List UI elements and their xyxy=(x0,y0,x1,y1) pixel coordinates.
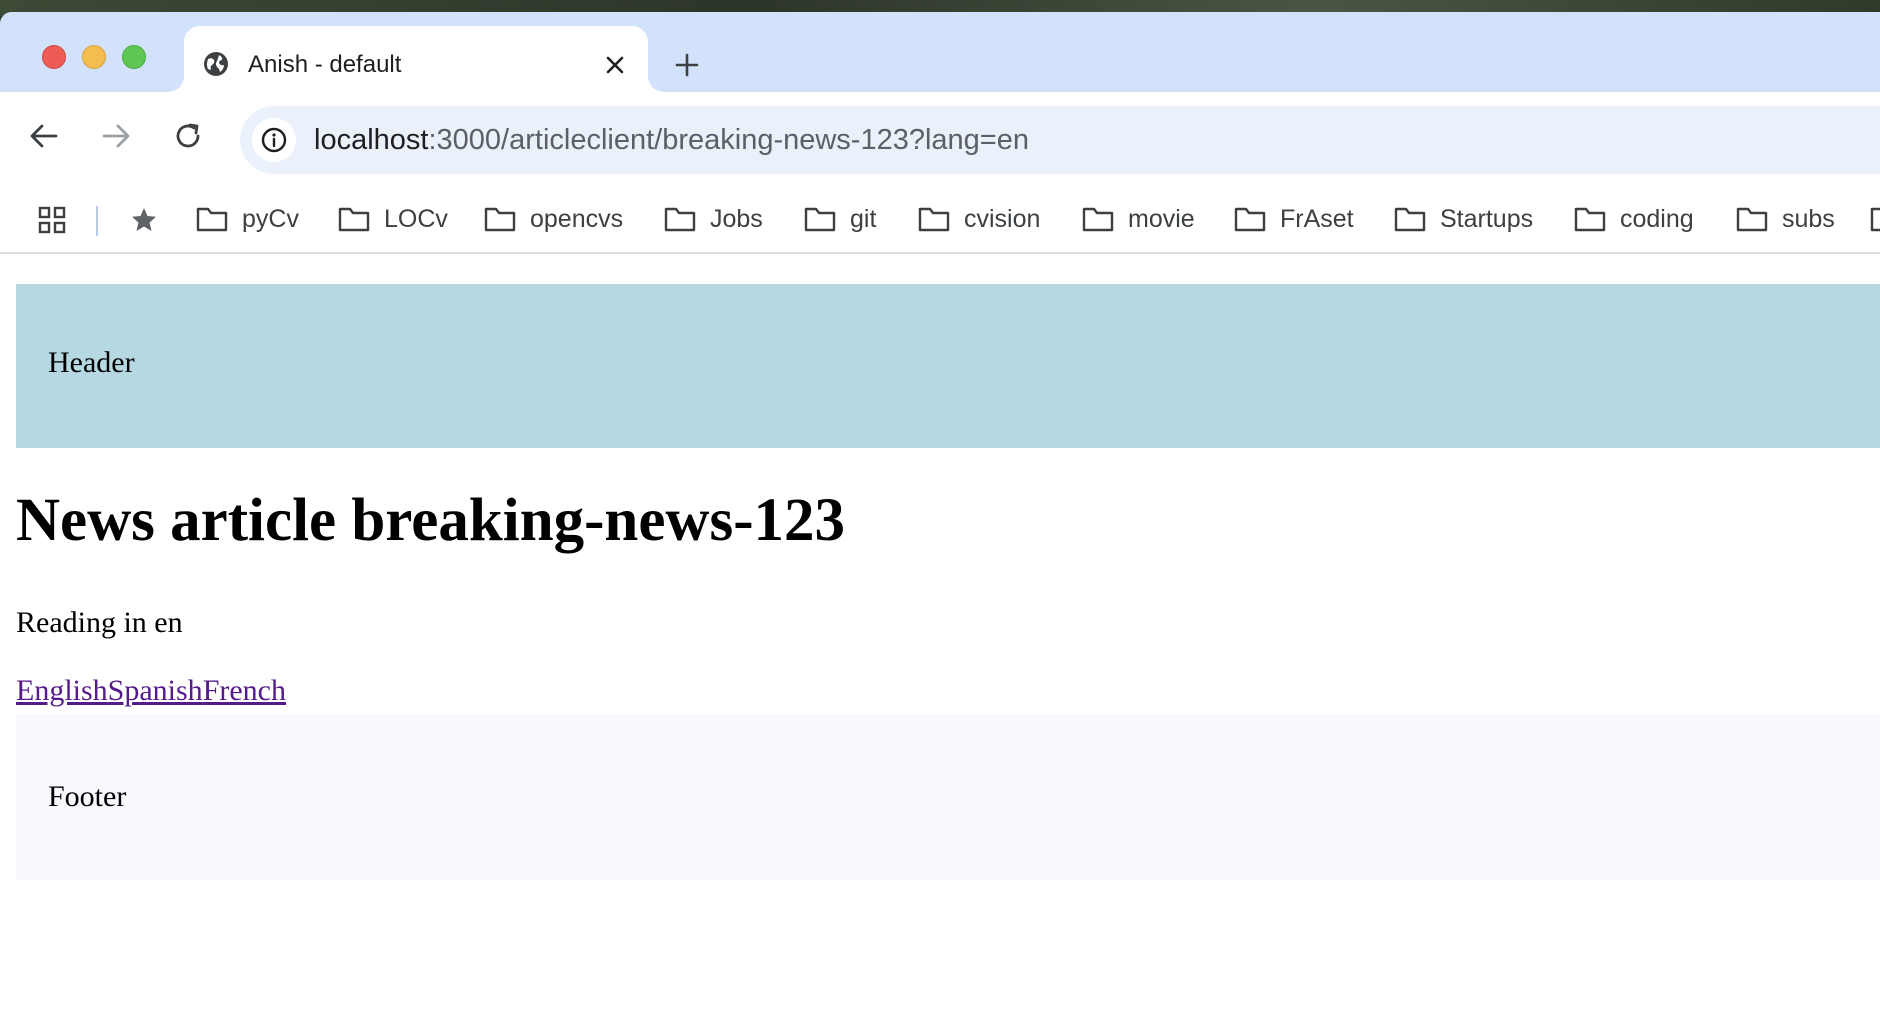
article-title: News article breaking-news-123 xyxy=(16,487,846,554)
window-maximize-button[interactable] xyxy=(122,45,146,69)
bookmark-label: git xyxy=(850,204,877,233)
link-spanish[interactable]: Spanish xyxy=(108,674,203,707)
bookmark-folder-startups[interactable]: Startups xyxy=(1394,184,1533,254)
bookmark-label: FrAset xyxy=(1280,204,1354,233)
address-bar[interactable]: localhost:3000/articleclient/breaking-ne… xyxy=(240,106,1880,174)
folder-icon xyxy=(484,207,516,232)
bookmarks-separator xyxy=(96,206,98,236)
folder-icon xyxy=(804,207,836,232)
tab-title: Anish - default xyxy=(248,51,402,78)
close-icon[interactable] xyxy=(604,54,626,76)
url-path: :3000/articleclient/breaking-news-123?la… xyxy=(428,124,1030,156)
folder-icon xyxy=(918,207,950,232)
plus-icon[interactable] xyxy=(674,52,700,78)
folder-icon xyxy=(1870,207,1880,232)
bookmark-label: movie xyxy=(1128,204,1195,233)
folder-icon xyxy=(196,207,228,232)
arrow-left-icon[interactable] xyxy=(24,116,64,156)
bookmark-folder-cvision[interactable]: cvision xyxy=(918,184,1040,254)
bookmarks-bar: pyCv LOCv opencvs Jobs git cvision movie xyxy=(0,184,1880,254)
bookmark-label: opencvs xyxy=(530,204,624,233)
bookmark-label: Jobs xyxy=(710,204,763,233)
page-viewport: Header News article breaking-news-123 Re… xyxy=(0,254,1880,1010)
folder-icon xyxy=(1736,207,1768,232)
folder-icon xyxy=(338,207,370,232)
bookmark-label: Startups xyxy=(1440,204,1534,233)
info-icon xyxy=(261,127,287,153)
link-french[interactable]: French xyxy=(203,674,286,707)
bookmark-folder-git[interactable]: git xyxy=(804,184,876,254)
url-host: localhost xyxy=(314,124,429,156)
folder-icon xyxy=(1234,207,1266,232)
bookmark-label: LOCv xyxy=(384,204,448,233)
arrow-right-icon[interactable] xyxy=(96,116,136,156)
reload-icon[interactable] xyxy=(168,116,208,156)
link-english[interactable]: English xyxy=(16,674,108,707)
browser-window: Anish - default localhost:3000/articlecl… xyxy=(0,12,1880,1010)
bookmark-label: coding xyxy=(1620,204,1694,233)
window-minimize-button[interactable] xyxy=(82,45,106,69)
header-text: Header xyxy=(48,346,135,379)
reading-language-text: Reading in en xyxy=(16,606,183,639)
folder-icon xyxy=(1394,207,1426,232)
bookmark-folder-subs[interactable]: subs xyxy=(1736,184,1835,254)
bookmark-folder-movie[interactable]: movie xyxy=(1082,184,1195,254)
bookmark-label: subs xyxy=(1782,204,1835,233)
bookmark-folder-locv[interactable]: LOCv xyxy=(338,184,448,254)
page-header: Header xyxy=(16,284,1880,448)
url-text[interactable]: localhost:3000/articleclient/breaking-ne… xyxy=(314,124,1029,157)
site-info-button[interactable] xyxy=(252,118,296,162)
browser-tab[interactable]: Anish - default xyxy=(184,26,648,92)
bookmark-folder-pycv[interactable]: pyCv xyxy=(196,184,299,254)
page-footer: Footer xyxy=(16,714,1880,880)
globe-icon xyxy=(204,52,228,76)
bookmark-folder-overflow[interactable] xyxy=(1870,184,1880,254)
bookmark-label: cvision xyxy=(964,204,1041,233)
bookmark-folder-fraset[interactable]: FrAset xyxy=(1234,184,1354,254)
folder-icon xyxy=(1574,207,1606,232)
window-close-button[interactable] xyxy=(42,45,66,69)
footer-text: Footer xyxy=(48,780,127,813)
bookmark-label: pyCv xyxy=(242,204,299,233)
folder-icon xyxy=(664,207,696,232)
language-links: EnglishSpanishFrench xyxy=(16,674,286,708)
folder-icon xyxy=(1082,207,1114,232)
bookmark-folder-jobs[interactable]: Jobs xyxy=(664,184,763,254)
star-icon[interactable] xyxy=(130,206,158,234)
bookmark-folder-opencvs[interactable]: opencvs xyxy=(484,184,623,254)
browser-toolbar: localhost:3000/articleclient/breaking-ne… xyxy=(0,92,1880,184)
tab-strip: Anish - default xyxy=(0,12,1880,92)
apps-grid-icon[interactable] xyxy=(38,206,66,234)
bookmark-folder-coding[interactable]: coding xyxy=(1574,184,1694,254)
